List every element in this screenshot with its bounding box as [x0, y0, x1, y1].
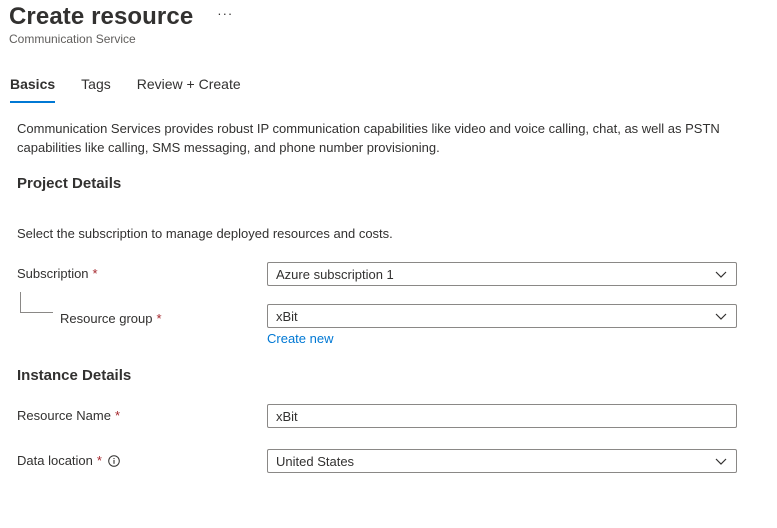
service-description: Communication Services provides robust I… [17, 121, 720, 155]
tab-basics[interactable]: Basics [10, 74, 56, 103]
subscription-label-text: Subscription [17, 266, 89, 281]
hierarchy-connector [20, 292, 53, 313]
required-indicator: * [96, 453, 102, 468]
tab-bar: Basics Tags Review + Create [10, 74, 267, 103]
required-indicator: * [92, 266, 98, 281]
resource-name-input[interactable] [268, 406, 716, 426]
data-location-label: Data location * [17, 453, 120, 468]
required-indicator: * [114, 408, 120, 423]
resource-group-dropdown[interactable]: xBit [267, 304, 737, 328]
info-icon[interactable] [108, 454, 120, 467]
subscription-helper-text: Select the subscription to manage deploy… [17, 226, 393, 241]
tab-review-create[interactable]: Review + Create [137, 74, 241, 100]
resource-name-label: Resource Name * [17, 408, 120, 423]
project-details-heading: Project Details [17, 175, 122, 192]
resource-name-field-box [267, 404, 737, 428]
page-title: Create resource [9, 3, 194, 30]
subscription-label: Subscription * [17, 266, 98, 281]
more-options-button[interactable]: ··· [217, 6, 233, 21]
subscription-dropdown[interactable]: Azure subscription 1 [267, 262, 737, 286]
resource-group-label: Resource group * [60, 311, 162, 326]
subscription-selected-value: Azure subscription 1 [276, 266, 394, 282]
resource-group-label-text: Resource group [60, 311, 153, 326]
data-location-selected-value: United States [276, 453, 355, 469]
chevron-down-icon [715, 458, 727, 465]
data-location-dropdown[interactable]: United States [267, 449, 737, 473]
tab-tags[interactable]: Tags [81, 74, 111, 100]
data-location-label-text: Data location [17, 453, 93, 468]
page-subtitle: Communication Service [9, 32, 136, 46]
resource-name-label-text: Resource Name [17, 408, 111, 423]
instance-details-heading: Instance Details [17, 367, 132, 384]
required-indicator: * [156, 311, 162, 326]
title-row: Create resource ··· [9, 0, 233, 34]
chevron-down-icon [715, 313, 727, 320]
create-new-resource-group-link[interactable]: Create new [267, 331, 333, 346]
resource-group-selected-value: xBit [276, 308, 298, 324]
chevron-down-icon [715, 271, 727, 278]
